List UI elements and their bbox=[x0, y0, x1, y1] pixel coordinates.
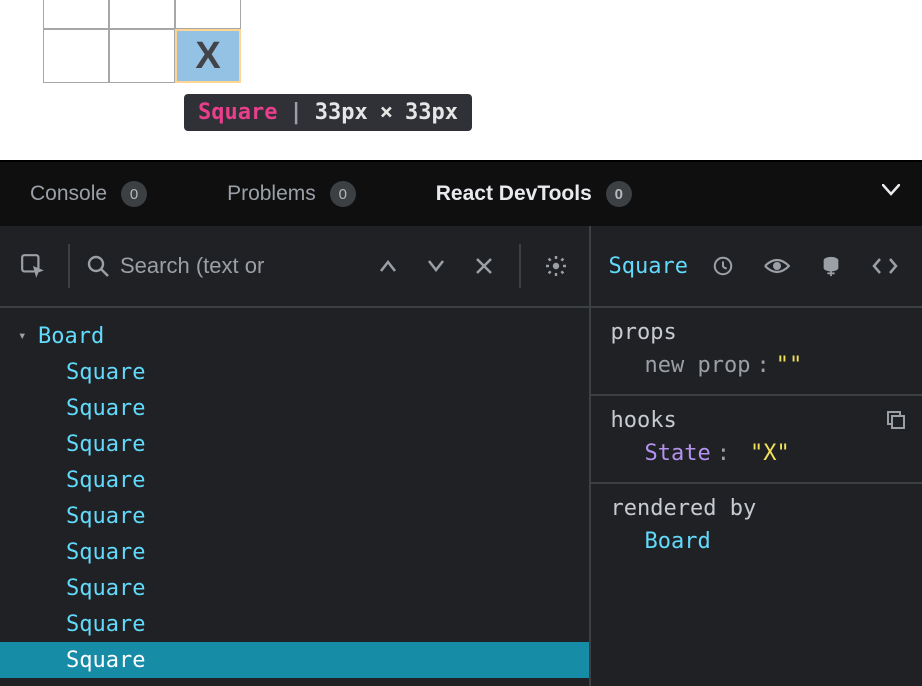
board-cell[interactable] bbox=[43, 0, 109, 29]
section-title: hooks bbox=[611, 408, 902, 433]
tab-label: React DevTools bbox=[436, 182, 592, 206]
search-box[interactable] bbox=[86, 253, 359, 279]
rendered-by-section: rendered by Board bbox=[591, 484, 922, 570]
tab-count-badge: 0 bbox=[330, 181, 356, 207]
rendered-by-link[interactable]: Board bbox=[611, 529, 902, 554]
tree-row-child[interactable]: Square bbox=[0, 642, 589, 678]
log-data-button[interactable] bbox=[812, 247, 850, 285]
tabs-overflow-button[interactable] bbox=[882, 184, 900, 196]
tree-toolbar bbox=[0, 226, 589, 308]
section-title: rendered by bbox=[611, 496, 902, 521]
tictactoe-board: X bbox=[43, 0, 241, 83]
view-source-button[interactable] bbox=[866, 247, 904, 285]
tree-row-root[interactable]: ▾Board bbox=[0, 318, 589, 354]
hook-value[interactable]: "X" bbox=[750, 441, 790, 466]
tab-label: Problems bbox=[227, 182, 316, 206]
tab-console[interactable]: Console 0 bbox=[30, 181, 147, 207]
hook-row[interactable]: State: "X" bbox=[611, 441, 902, 466]
board-cell-selected[interactable]: X bbox=[175, 29, 241, 83]
tree-row-child[interactable]: Square bbox=[0, 462, 589, 498]
board-cell[interactable] bbox=[175, 0, 241, 29]
inspect-tooltip: Square | 33px × 33px bbox=[184, 94, 472, 131]
tooltip-separator: | bbox=[289, 100, 302, 125]
prop-colon: : bbox=[756, 353, 769, 378]
component-tree[interactable]: ▾BoardSquareSquareSquareSquareSquareSqua… bbox=[0, 308, 589, 686]
tab-count-badge: 0 bbox=[606, 181, 632, 207]
inspect-dom-button[interactable] bbox=[758, 247, 796, 285]
details-toolbar: Square bbox=[591, 226, 922, 308]
tree-row-child[interactable]: Square bbox=[0, 354, 589, 390]
tab-count-badge: 0 bbox=[121, 181, 147, 207]
component-tree-pane: ▾BoardSquareSquareSquareSquareSquareSqua… bbox=[0, 226, 591, 686]
devtools-panel: Console 0 Problems 0 React DevTools 0 bbox=[0, 162, 922, 686]
props-section: props new prop : "" bbox=[591, 308, 922, 396]
selected-component-name: Square bbox=[609, 254, 688, 279]
element-picker-button[interactable] bbox=[14, 247, 52, 285]
board-cell[interactable] bbox=[43, 29, 109, 83]
hooks-section: hooks State: "X" bbox=[591, 396, 922, 484]
hook-key: State bbox=[645, 441, 711, 466]
tree-row-child[interactable]: Square bbox=[0, 570, 589, 606]
tooltip-component-name: Square bbox=[198, 100, 277, 125]
toolbar-separator bbox=[68, 244, 70, 288]
search-icon bbox=[86, 254, 110, 278]
tooltip-width: 33px bbox=[315, 100, 368, 125]
cell-value: X bbox=[195, 35, 220, 78]
tree-row-child[interactable]: Square bbox=[0, 606, 589, 642]
component-details-pane: Square props new prop : bbox=[591, 226, 922, 686]
tree-row-child[interactable]: Square bbox=[0, 426, 589, 462]
hook-colon: : bbox=[717, 441, 730, 466]
prop-row[interactable]: new prop : "" bbox=[611, 353, 902, 378]
search-clear-button[interactable] bbox=[465, 247, 503, 285]
devtools-tabbar: Console 0 Problems 0 React DevTools 0 bbox=[0, 162, 922, 226]
search-prev-button[interactable] bbox=[369, 247, 407, 285]
tab-problems[interactable]: Problems 0 bbox=[227, 181, 356, 207]
settings-button[interactable] bbox=[537, 247, 575, 285]
tooltip-times: × bbox=[380, 100, 393, 125]
board-cell[interactable] bbox=[109, 29, 175, 83]
search-next-button[interactable] bbox=[417, 247, 455, 285]
tab-label: Console bbox=[30, 182, 107, 206]
toolbar-separator bbox=[519, 244, 521, 288]
prop-value[interactable]: "" bbox=[776, 353, 803, 378]
parse-hooks-button[interactable] bbox=[886, 410, 906, 430]
section-title: props bbox=[611, 320, 902, 345]
tab-react-devtools[interactable]: React DevTools 0 bbox=[436, 181, 632, 207]
tree-row-child[interactable]: Square bbox=[0, 390, 589, 426]
tree-row-child[interactable]: Square bbox=[0, 534, 589, 570]
board-cell[interactable] bbox=[109, 0, 175, 29]
tooltip-height: 33px bbox=[405, 100, 458, 125]
prop-key: new prop bbox=[645, 353, 751, 378]
tree-row-child[interactable]: Square bbox=[0, 498, 589, 534]
search-input[interactable] bbox=[120, 253, 310, 279]
suspend-button[interactable] bbox=[704, 247, 742, 285]
inspected-page: X Square | 33px × 33px bbox=[0, 0, 922, 162]
